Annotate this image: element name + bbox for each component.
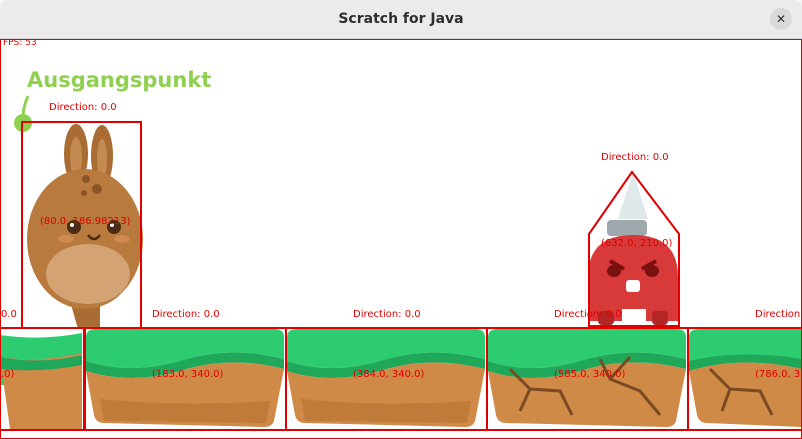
ground-tile-direction: 0.0 — [1, 309, 17, 320]
monster-direction: Direction: 0.0 — [601, 152, 669, 163]
ground-tile-position: (384.0, 340.0) — [353, 369, 425, 380]
app-window: Scratch for Java ✕ FPS: 53 Ausgangspunkt… — [0, 0, 802, 439]
bunny-direction: Direction: 0.0 — [49, 102, 117, 113]
monster-position: (632.0, 210.0) — [601, 238, 673, 249]
ground-tile-position: (786.0, 3 — [755, 369, 801, 380]
ground-tile-direction: Direction: 0.0 — [554, 309, 622, 320]
fps-counter: FPS: 53 — [3, 39, 37, 48]
ground-tile-position: .0) — [1, 369, 15, 380]
ground-tile-position: (585.0, 340.0) — [554, 369, 626, 380]
game-stage[interactable]: FPS: 53 Ausgangspunkt Direction: 0.0 (80… — [0, 39, 802, 439]
close-icon[interactable]: ✕ — [770, 8, 792, 30]
ground-tile-direction: Direction: 0.0 — [353, 309, 421, 320]
bunny-position: (80.0, 186.98213) — [40, 216, 131, 227]
ground-tile-position: (183.0, 340.0) — [152, 369, 224, 380]
title-bar: Scratch for Java ✕ — [0, 0, 802, 39]
flag-label: Ausgangspunkt — [27, 68, 212, 92]
ground-tile-direction: Direction: 0.0 — [152, 309, 220, 320]
ground-tile-direction: Direction — [755, 309, 801, 320]
window-title: Scratch for Java — [338, 11, 464, 27]
